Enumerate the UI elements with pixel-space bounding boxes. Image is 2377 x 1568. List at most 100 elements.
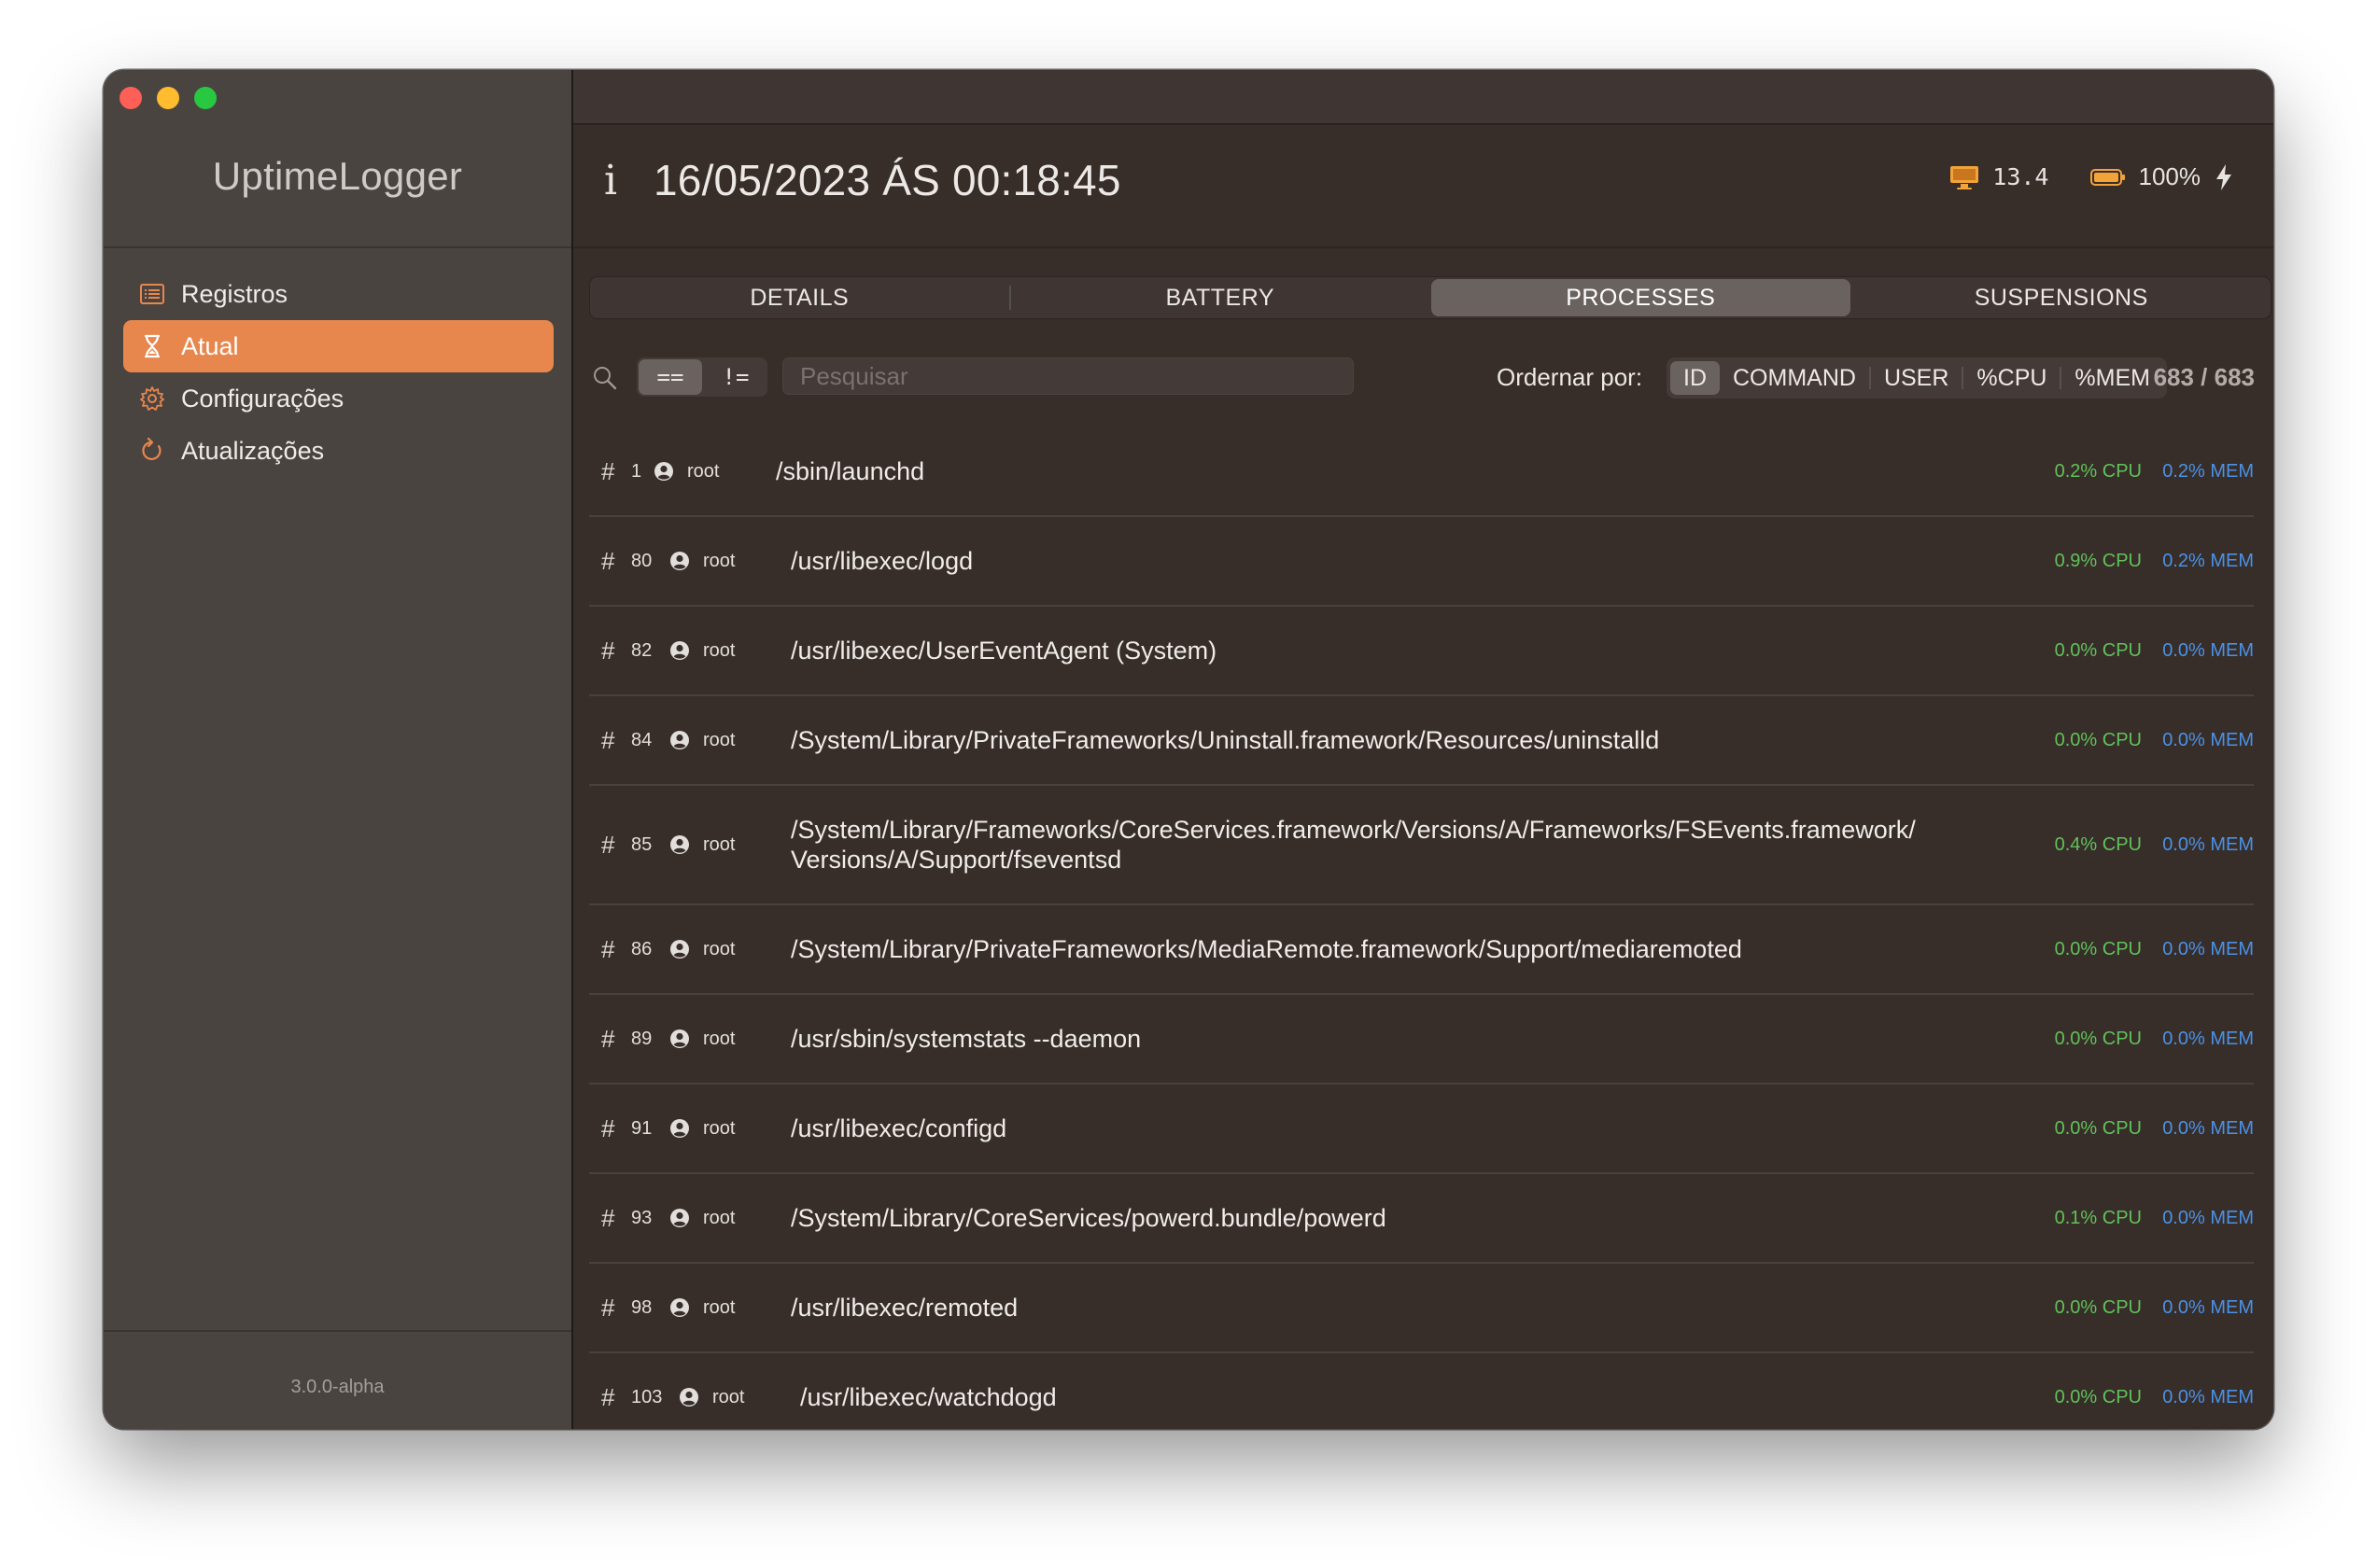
process-user: root — [703, 1028, 736, 1049]
process-cpu: 0.1% CPU — [2054, 1207, 2142, 1228]
process-row[interactable]: #103 root/usr/libexec/watchdogd 0.0% CPU 0.… — [589, 1353, 2254, 1429]
info-icon[interactable]: i — [604, 157, 617, 204]
process-mem: 0.2% MEM — [2162, 550, 2254, 571]
tab-processes[interactable]: PROCESSES — [1431, 279, 1850, 316]
search-icon — [592, 365, 618, 396]
filter-toolbar: == != Ordernar por: ID COMMAND USER %CPU… — [573, 350, 2273, 406]
window-controls — [120, 87, 217, 109]
user-icon — [669, 834, 690, 855]
app-title: UptimeLogger — [212, 154, 463, 198]
hash-glyph: # — [601, 1024, 615, 1053]
process-mem: 0.0% MEM — [2162, 1207, 2254, 1228]
process-mem: 0.0% MEM — [2162, 1028, 2254, 1049]
process-id: 1 — [631, 460, 642, 482]
sidebar-nav: Registros Atual Configurações Atualizaçõ… — [123, 268, 554, 477]
app-version: 3.0.0-alpha — [290, 1377, 385, 1397]
tab-suspensions[interactable]: SUSPENSIONS — [1852, 277, 2272, 318]
process-cpu: 0.4% CPU — [2054, 833, 2142, 855]
main-panel: i 16/05/2023 ÁS 00:18:45 13.4 100% DETAI… — [573, 70, 2273, 1429]
user-icon — [669, 1208, 690, 1228]
operator-equals-button[interactable]: == — [639, 359, 702, 395]
process-user: root — [703, 938, 736, 959]
process-row[interactable]: #89 root/usr/sbin/systemstats --daemon 0.0… — [589, 995, 2254, 1085]
sidebar-item-label: Atualizações — [181, 436, 325, 465]
process-id: 91 — [631, 1117, 653, 1139]
process-command: /System/Library/PrivateFrameworks/MediaR… — [791, 934, 1742, 964]
process-row[interactable]: #84 root/System/Library/PrivateFrameworks… — [589, 696, 2254, 786]
sidebar-item-registros[interactable]: Registros — [123, 268, 554, 320]
sidebar-footer-divider — [104, 1330, 571, 1332]
tab-label: BATTERY — [1165, 284, 1274, 311]
process-command: /System/Library/Frameworks/CoreServices.… — [791, 815, 1916, 875]
sort-by-cpu-button[interactable]: %CPU — [1963, 361, 2060, 395]
user-icon — [669, 640, 690, 661]
process-user: root — [703, 550, 736, 571]
process-id: 85 — [631, 833, 653, 855]
process-user: root — [703, 1117, 736, 1139]
process-mem: 0.0% MEM — [2162, 833, 2254, 855]
process-id: 93 — [631, 1207, 653, 1228]
tab-details[interactable]: DETAILS — [590, 277, 1009, 318]
process-command-line: /System/Library/PrivateFrameworks/MediaR… — [791, 935, 1742, 963]
process-row[interactable]: #85 root/System/Library/Frameworks/CoreSe… — [589, 786, 2254, 905]
user-icon — [679, 1387, 699, 1407]
search-input[interactable] — [782, 357, 1354, 395]
process-command-line: /usr/libexec/logd — [791, 547, 974, 575]
sort-by-id-button[interactable]: ID — [1670, 361, 1720, 395]
process-row[interactable]: #80 root/usr/libexec/logd 0.9% CPU 0.2% MEM — [589, 517, 2254, 607]
process-row[interactable]: #98 root/usr/libexec/remoted 0.0% CPU 0.0% … — [589, 1264, 2254, 1353]
process-row[interactable]: #93 root/System/Library/CoreServices/powe… — [589, 1174, 2254, 1264]
sidebar-item-configuracoes[interactable]: Configurações — [123, 372, 554, 425]
gear-icon — [138, 385, 166, 413]
process-row[interactable]: #82 root/usr/libexec/UserEventAgent (Syst… — [589, 607, 2254, 696]
minimize-window-button[interactable] — [157, 87, 179, 109]
sort-label: Ordernar por: — [1497, 363, 1643, 391]
zoom-window-button[interactable] — [194, 87, 217, 109]
app-window: UptimeLogger Registros Atual Configuraçõ… — [104, 70, 2273, 1429]
process-command-line: /System/Library/Frameworks/CoreServices.… — [791, 816, 1916, 844]
process-cpu: 0.0% CPU — [2054, 639, 2142, 661]
user-icon — [669, 1297, 690, 1318]
match-operator-toggle: == != — [637, 357, 767, 397]
sort-by-command-button[interactable]: COMMAND — [1720, 361, 1869, 395]
process-command-line: /System/Library/PrivateFrameworks/Uninst… — [791, 726, 1660, 754]
hash-glyph: # — [601, 830, 615, 859]
close-window-button[interactable] — [120, 87, 142, 109]
process-id: 86 — [631, 938, 653, 959]
process-row[interactable]: #1 root/sbin/launchd 0.2% CPU 0.2% MEM — [589, 427, 2254, 517]
user-icon — [669, 939, 690, 959]
sidebar: UptimeLogger Registros Atual Configuraçõ… — [104, 70, 573, 1429]
sort-by-user-button[interactable]: USER — [1871, 361, 1962, 395]
process-row[interactable]: #91 root/usr/libexec/configd 0.0% CPU 0.0% … — [589, 1085, 2254, 1174]
process-cpu: 0.0% CPU — [2054, 1296, 2142, 1318]
hash-glyph: # — [601, 456, 615, 485]
process-command: /usr/libexec/configd — [791, 1113, 1006, 1143]
tab-bar: DETAILS BATTERY PROCESSES SUSPENSIONS — [589, 276, 2272, 319]
tab-label: PROCESSES — [1566, 284, 1716, 311]
tab-label: DETAILS — [750, 284, 850, 311]
sort-by-mem-button[interactable]: %MEM — [2061, 361, 2163, 395]
process-command: /usr/libexec/watchdogd — [800, 1382, 1057, 1412]
process-id: 80 — [631, 550, 653, 571]
hash-glyph: # — [601, 1293, 615, 1322]
process-command-line: /System/Library/CoreServices/powerd.bund… — [791, 1204, 1386, 1232]
sidebar-item-atual[interactable]: Atual — [123, 320, 554, 372]
hourglass-icon — [138, 332, 166, 360]
process-command-line: /sbin/launchd — [776, 457, 925, 485]
process-user: root — [712, 1386, 745, 1407]
process-cpu: 0.9% CPU — [2054, 550, 2142, 571]
battery-level: 100% — [2138, 162, 2201, 190]
tab-label: SUSPENSIONS — [1974, 284, 2148, 311]
process-cpu: 0.2% CPU — [2054, 460, 2142, 482]
process-command-line: /usr/sbin/systemstats --daemon — [791, 1025, 1142, 1053]
sidebar-item-atualizacoes[interactable]: Atualizações — [123, 425, 554, 477]
hash-glyph: # — [601, 1113, 615, 1142]
process-count: 683 / 683 — [2153, 363, 2255, 391]
process-cpu: 0.0% CPU — [2054, 1028, 2142, 1049]
process-user: root — [703, 1296, 736, 1318]
process-row[interactable]: #86 root/System/Library/PrivateFrameworks… — [589, 905, 2254, 995]
operator-not-equals-button[interactable]: != — [704, 357, 767, 397]
tab-battery[interactable]: BATTERY — [1011, 277, 1430, 318]
process-cpu: 0.0% CPU — [2054, 1386, 2142, 1407]
process-mem: 0.0% MEM — [2162, 1117, 2254, 1139]
